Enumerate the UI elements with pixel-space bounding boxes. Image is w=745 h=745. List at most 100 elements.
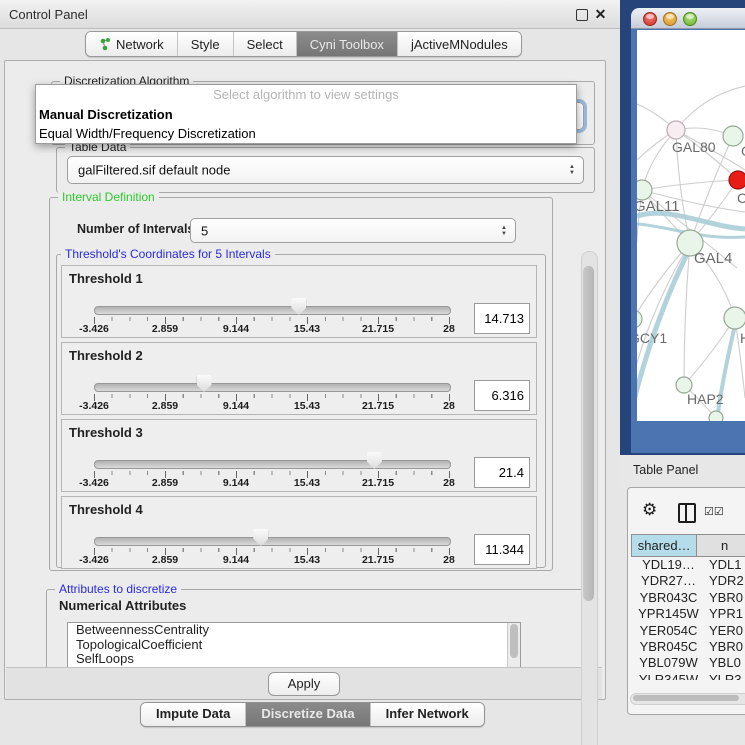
network-edge[interactable] [642,180,738,190]
table-row[interactable]: YPR145WYPR1 [631,606,745,622]
slider-tick-labels: -3.4262.8599.14415.4321.71528 [94,400,450,412]
attribute-item[interactable]: TopologicalCoefficient [68,638,520,653]
network-node[interactable] [709,411,723,421]
tab-jactivemnodules[interactable]: jActiveMNodules [398,32,521,56]
cell-name[interactable]: YBR0 [706,590,745,606]
tick-label: 15.43 [294,323,320,335]
dropdown-item-equal-width-frequency-discretization[interactable]: Equal Width/Frequency Discretization [36,124,576,143]
cell-name[interactable]: YDR2 [706,573,745,589]
apply-button[interactable]: Apply [268,672,340,696]
table-row[interactable]: YBL079WYBL0 [631,655,745,671]
network-node-gcy1[interactable] [637,310,642,328]
cell-shared-name[interactable]: YER054C [631,623,706,639]
tick-label: 9.144 [223,554,249,566]
column-header-name[interactable]: n [697,534,745,557]
close-icon[interactable]: ✕ [594,8,607,21]
cell-name[interactable]: YLR3 [706,672,745,680]
threshold-box: Threshold 2 -3.4262.8599.14415.4321.7152… [61,342,537,415]
network-window-titlebar[interactable] [631,8,745,29]
algorithm-dropdown-popup: Select algorithm to view settings Manual… [35,84,577,144]
number-of-intervals-spinner[interactable]: 5 ▲▼ [190,218,516,243]
threshold-value-field[interactable] [474,303,530,334]
column-header-shared-name[interactable]: shared… [631,534,697,557]
threshold-slider-track[interactable] [94,460,451,469]
bottom-tab-discretize-data[interactable]: Discretize Data [246,703,370,726]
table-row[interactable]: YBR043CYBR0 [631,590,745,606]
table-row[interactable]: YLR345WYLR3 [631,672,745,680]
tick-label: -3.426 [79,477,109,489]
dropdown-hint-item[interactable]: Select algorithm to view settings [36,85,576,105]
tick-label: -3.426 [79,554,109,566]
network-edge[interactable] [684,243,690,385]
table-data-combo-value: galFiltered.sif default node [78,163,230,178]
gear-icon[interactable]: ⚙ [642,500,657,520]
node-label: GAL80 [672,139,716,155]
cell-name[interactable]: YPR1 [706,606,745,622]
cell-shared-name[interactable]: YPR145W [631,606,706,622]
columns-icon[interactable] [678,503,696,523]
panel-vertical-scrollbar[interactable] [581,251,598,745]
network-node-g[interactable] [723,126,743,146]
spinner-arrows-icon: ▲▼ [501,225,507,237]
threshold-value-field[interactable] [474,534,530,565]
scrollbar-thumb[interactable] [583,266,594,601]
network-view[interactable]: GAL80GCGAL11GAL4GCY1HHAP2 [637,30,745,421]
node-label: GAL4 [694,250,732,267]
threshold-value-field[interactable] [474,457,530,488]
cell-name[interactable]: YBL0 [706,655,745,671]
apply-bar: Apply [6,667,602,699]
attribute-item[interactable]: BetweennessCentrality [68,623,520,638]
table-data-group: Table Data galFiltered.sif default node … [56,147,595,193]
cell-shared-name[interactable]: YBL079W [631,655,706,671]
table-row[interactable]: YDL19…YDL1 [631,557,745,573]
cell-shared-name[interactable]: YLR345W [631,672,706,680]
tab-select[interactable]: Select [234,32,297,56]
hscroll-thumb[interactable] [633,695,739,701]
tick-label: 2.859 [152,400,178,412]
threshold-slider-track[interactable] [94,383,451,392]
threshold-slider-track[interactable] [94,537,451,546]
select-columns-checkboxes-icon[interactable]: ☑☑ [704,505,724,518]
network-node-gal11[interactable] [637,180,652,200]
node-label: HAP2 [687,391,724,407]
table-row[interactable]: YBR045CYBR0 [631,639,745,655]
cell-name[interactable]: YDL1 [706,557,745,573]
cell-shared-name[interactable]: YBR045C [631,639,706,655]
network-node-c[interactable] [729,171,745,189]
tab-network[interactable]: Network [86,32,178,56]
attributes-list-scrollbar[interactable] [507,623,520,669]
table-data-combo[interactable]: galFiltered.sif default node ▲▼ [67,156,584,184]
bottom-tab-infer-network[interactable]: Infer Network [371,703,484,726]
combo-arrows-icon: ▲▼ [569,164,575,176]
table-horizontal-scrollbar[interactable] [630,693,745,705]
network-node-h[interactable] [724,307,745,329]
numerical-attributes-list[interactable]: BetweennessCentralityTopologicalCoeffici… [67,622,521,670]
cell-name[interactable]: YER0 [706,623,745,639]
slider-tick-labels: -3.4262.8599.14415.4321.71528 [94,477,450,489]
mac-close-button[interactable] [643,12,657,26]
mac-zoom-button[interactable] [683,12,697,26]
float-window-icon[interactable] [576,9,588,21]
interval-definition-group: Interval Definition Number of Intervals … [49,197,553,571]
tick-label: 21.715 [362,554,394,566]
table-row[interactable]: YER054CYER0 [631,623,745,639]
threshold-value-field[interactable] [474,380,530,411]
mac-minimize-button[interactable] [663,12,677,26]
tick-label: 28 [443,323,455,335]
attribute-item[interactable]: SelfLoops [68,652,520,667]
network-node-gal80[interactable] [667,121,685,139]
cell-shared-name[interactable]: YBR043C [631,590,706,606]
cell-shared-name[interactable]: YDR27… [631,573,706,589]
cell-shared-name[interactable]: YDL19… [631,557,706,573]
node-label: GCY1 [637,330,667,346]
threshold-slider-track[interactable] [94,306,451,315]
tab-style[interactable]: Style [178,32,234,56]
threshold-box: Threshold 4 -3.4262.8599.14415.4321.7152… [61,496,537,569]
network-edge[interactable] [676,86,745,130]
tick-label: 2.859 [152,477,178,489]
tab-cyni-toolbox[interactable]: Cyni Toolbox [297,32,398,56]
dropdown-item-manual-discretization[interactable]: Manual Discretization [36,105,576,124]
bottom-tab-impute-data[interactable]: Impute Data [141,703,246,726]
table-row[interactable]: YDR27…YDR2 [631,573,745,589]
cell-name[interactable]: YBR0 [706,639,745,655]
